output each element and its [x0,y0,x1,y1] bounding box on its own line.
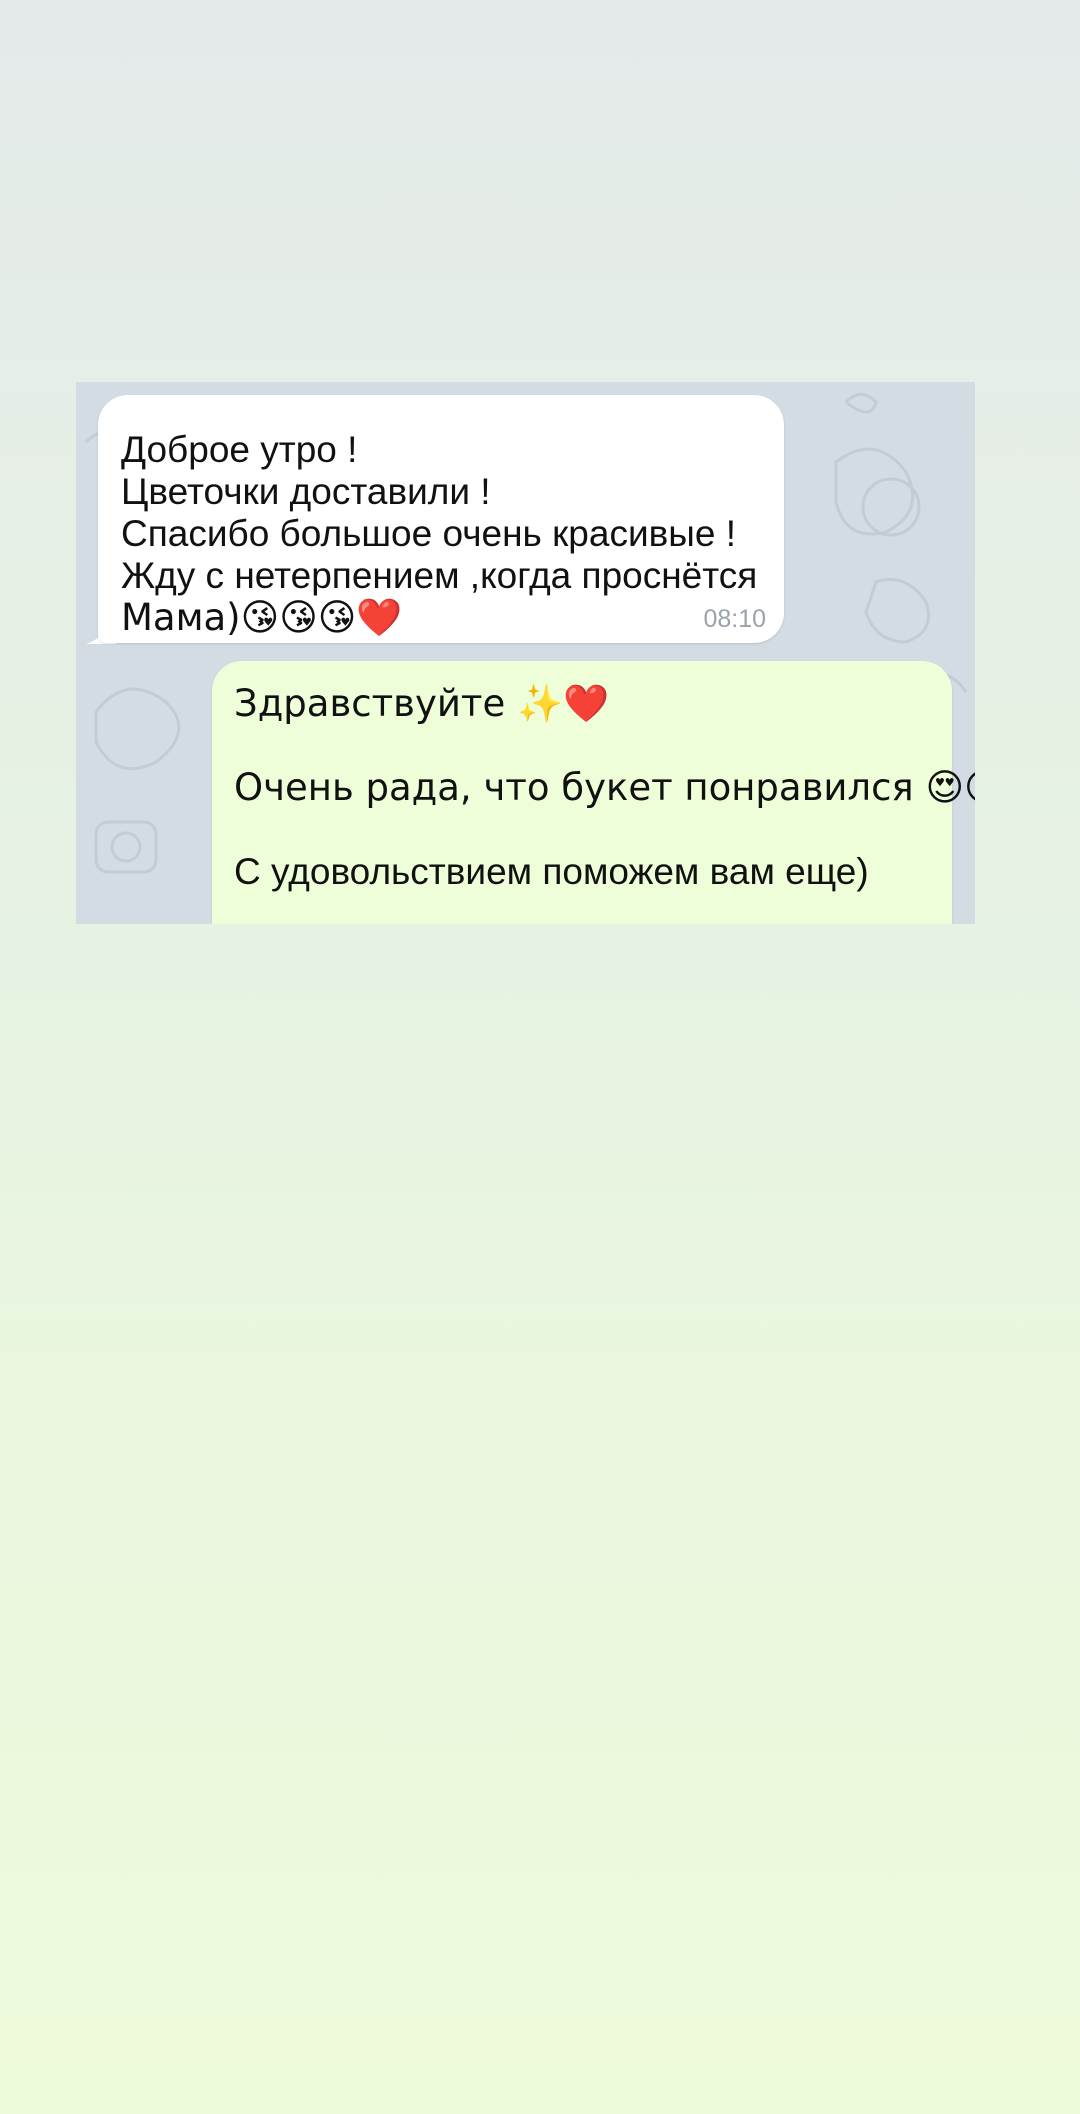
message-line: Здравствуйте ✨❤️ [234,682,610,725]
message-line: Мама)😘😘😘❤️ [121,596,403,639]
message-line: Жду с нетерпением ,когда проснётся [121,555,758,596]
incoming-message-bubble[interactable]: Доброе утро ! Цветочки доставили ! Спаси… [98,395,784,643]
message-timestamp: 08:10 [703,605,766,633]
message-line: С удовольствием поможем вам еще) [234,851,869,892]
message-line: Цветочки доставили ! [121,471,491,512]
message-line: Очень рада, что букет понравился 😍😘 [234,766,975,809]
message-line: Спасибо большое очень красивые ! [121,513,736,554]
chat-screenshot: Доброе утро ! Цветочки доставили ! Спаси… [76,382,975,924]
message-line: Доброе утро ! [121,429,358,470]
outgoing-message-bubble[interactable]: Здравствуйте ✨❤️ Очень рада, что букет п… [212,661,975,924]
